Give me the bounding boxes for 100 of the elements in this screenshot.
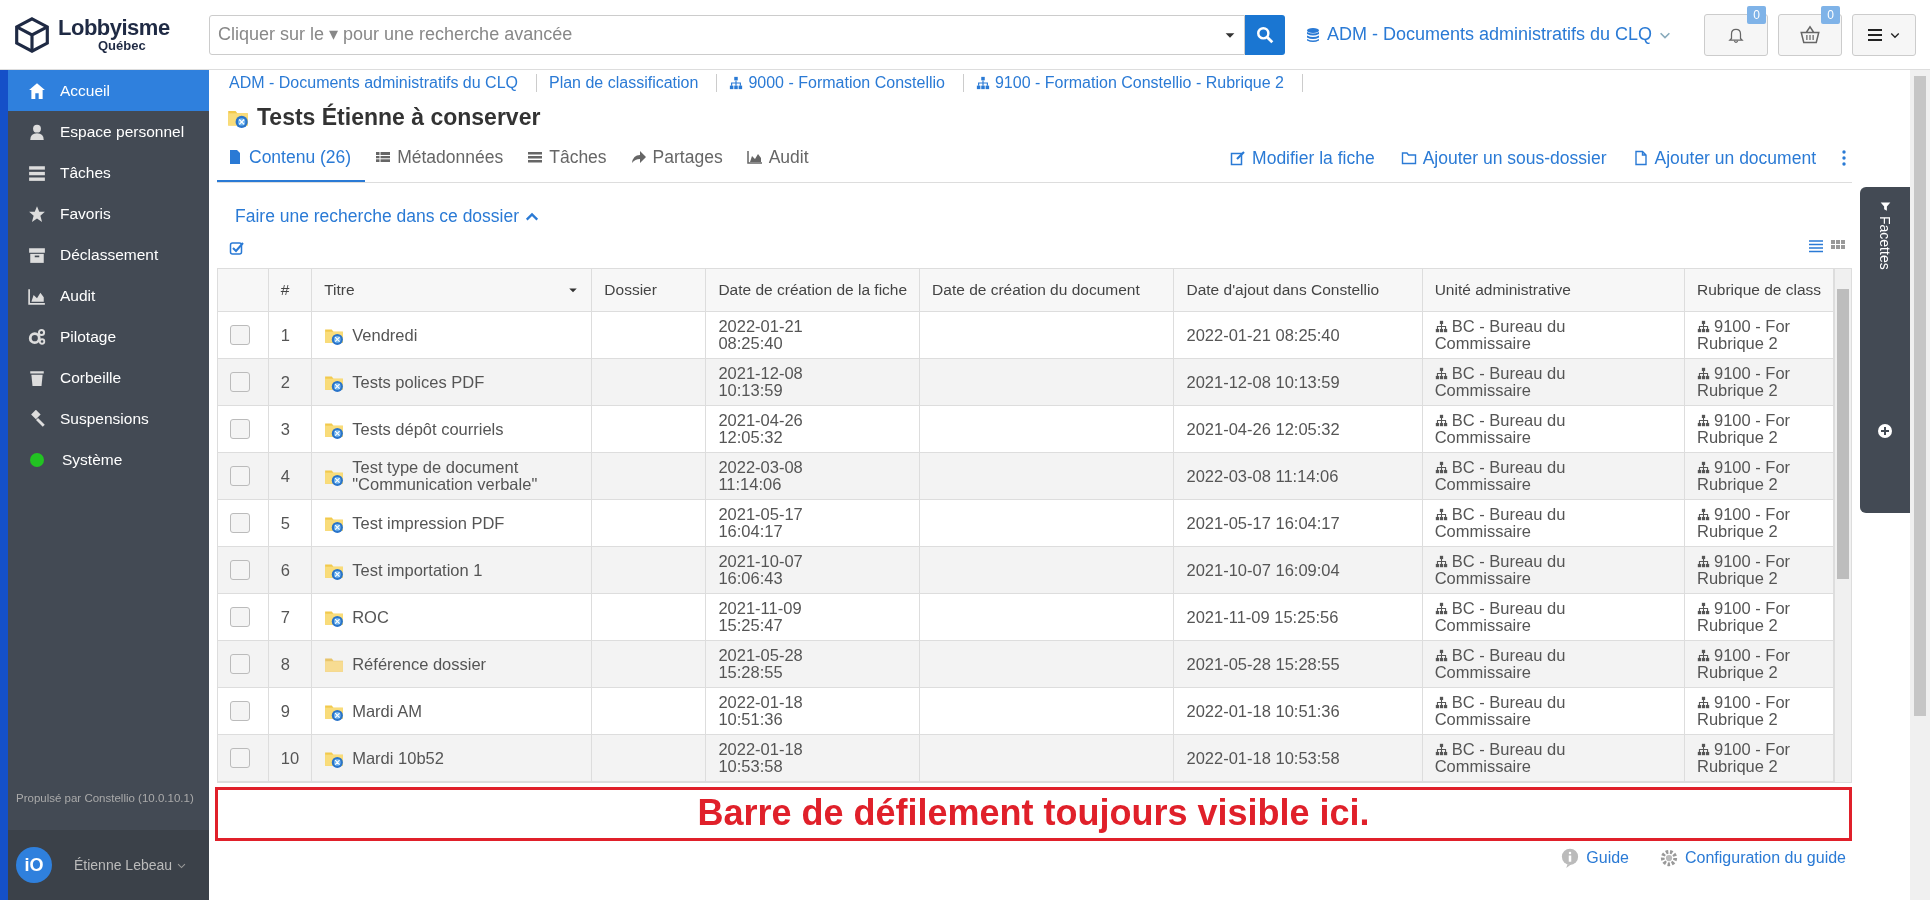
scrollbar-thumb[interactable] [1914, 76, 1926, 716]
hierarchy-icon [1434, 367, 1448, 380]
action-link[interactable]: Modifier la fiche [1224, 146, 1381, 170]
breadcrumb-link[interactable]: 9100 - Formation Constellio - Rubrique 2 [963, 74, 1303, 92]
table-cell: 10 [268, 734, 312, 782]
basket-icon [1800, 24, 1820, 45]
table-cell: BC - Bureau du [1451, 694, 1566, 711]
table-cell: Test impression PDF [352, 514, 505, 532]
hierarchy-icon [1697, 696, 1710, 709]
facets-panel-tab[interactable]: Facettes [1860, 187, 1910, 513]
row-checkbox[interactable] [230, 513, 250, 533]
table-cell: 2022-01-21 08:25:40 [1174, 311, 1423, 359]
table-cell: 2021-11-09 15:25:56 [1174, 593, 1423, 641]
hierarchy-icon [1697, 602, 1710, 615]
sidebar-item[interactable]: Espace personnel [8, 111, 209, 152]
table-cell-text: Rubrique 2 [1697, 758, 1779, 775]
action-link[interactable]: Ajouter un document [1626, 146, 1822, 170]
table-cell: 5 [268, 499, 312, 547]
breadcrumb-link[interactable]: 9000 - Formation Constellio [717, 74, 964, 92]
breadcrumb-link[interactable]: ADM - Documents administratifs du CLQ [217, 74, 537, 92]
list-view-icon [1808, 238, 1824, 254]
table-cell: 8 [268, 640, 312, 688]
table-cell: 2021-10-07 16:09:04 [1174, 546, 1423, 594]
basket-count: 0 [1821, 5, 1840, 24]
document-icon [1632, 150, 1649, 166]
hierarchy-icon [1434, 461, 1448, 474]
table-cell: 9100 - For [1714, 459, 1791, 476]
sidebar-item[interactable]: Tâches [8, 152, 209, 193]
table-cell: 2022-01-18 10:53:58 [705, 734, 920, 782]
table-cell: 2 [268, 358, 312, 406]
row-checkbox[interactable] [230, 654, 250, 674]
action-link[interactable]: Ajouter un sous-dossier [1394, 146, 1613, 170]
table-cell: 2021-12-08 10:13:59 [705, 358, 920, 406]
filter-icon [1879, 201, 1891, 212]
table-cell-text: Test type de document "Communication verbale" [352, 459, 539, 493]
scrollbar-thumb[interactable] [1837, 289, 1850, 579]
collection-selector[interactable]: ADM - Documents administratifs du CLQ [1299, 23, 1679, 46]
user-avatar[interactable]: iO [16, 847, 52, 883]
sidebar-item[interactable]: Accueil [8, 70, 209, 111]
guide-link[interactable]: Configuration du guide [1653, 847, 1852, 869]
table-cell: 2022-01-18 10:51:36 [705, 687, 920, 735]
table-cell-text: Commissaire [1434, 523, 1532, 540]
table-cell: 2021-10-07 16:06:43 [705, 546, 920, 594]
tab[interactable]: Audit [736, 134, 823, 182]
table-cell: 9100 - For [1714, 694, 1791, 711]
notification-count: 0 [1747, 5, 1766, 24]
row-checkbox[interactable] [230, 325, 250, 345]
sidebar-item[interactable]: Pilotage [8, 316, 209, 357]
row-checkbox[interactable] [230, 748, 250, 768]
tab[interactable]: Tâches [517, 134, 621, 182]
table-cell-text: Rubrique 2 [1697, 382, 1779, 399]
table-cell: BC - Bureau du [1451, 318, 1566, 335]
table-cell: 9100 - For [1714, 318, 1791, 335]
column-header[interactable]: Unité administrative [1422, 269, 1685, 312]
sidebar-item[interactable]: Favoris [8, 193, 209, 234]
column-header[interactable]: Date de création de la fiche [705, 269, 920, 312]
table-cell: BC - Bureau du [1451, 506, 1566, 523]
folder-icon [1400, 150, 1417, 166]
column-header[interactable]: # [268, 269, 312, 312]
column-header[interactable]: Date de création du document [919, 269, 1174, 312]
edit-icon [1230, 150, 1247, 166]
row-checkbox[interactable] [230, 419, 250, 439]
menu-button[interactable] [1852, 13, 1916, 56]
sidebar-item[interactable]: Suspensions [8, 398, 209, 439]
guide-link[interactable]: Guide [1554, 847, 1635, 869]
table-cell-text: Commissaire [1434, 570, 1532, 587]
sidebar-item[interactable]: Audit [8, 275, 209, 316]
sidebar-item[interactable]: Corbeille [8, 357, 209, 398]
row-checkbox[interactable] [230, 701, 250, 721]
person-icon [28, 122, 46, 141]
sidebar-item[interactable]: Système [8, 439, 209, 480]
area-chart-icon [746, 149, 763, 165]
search-button[interactable] [1245, 14, 1285, 55]
table-cell: 9 [268, 687, 312, 735]
table-cell: 2022-03-08 11:14:06 [705, 452, 920, 500]
home-icon [28, 81, 46, 100]
tab[interactable]: Métadonnées [365, 134, 518, 182]
search-field[interactable]: Cliquer sur le ▾ pour une recherche avancée [209, 14, 1245, 55]
table-cell: Test importation 1 [352, 561, 483, 579]
row-checkbox[interactable] [230, 466, 250, 486]
folder-search-toggle[interactable]: Faire une recherche dans ce dossier [229, 205, 546, 228]
row-checkbox[interactable] [230, 607, 250, 627]
share-arrow-icon [630, 149, 647, 165]
tab[interactable]: Partages [620, 134, 737, 182]
hierarchy-icon [1434, 696, 1448, 709]
hierarchy-icon [1697, 367, 1710, 380]
table-cell-text: Rubrique 2 [1697, 570, 1779, 587]
column-header[interactable]: Date d'ajout dans Constellio [1174, 269, 1423, 312]
breadcrumb-link[interactable]: Plan de classification [537, 74, 718, 92]
tab[interactable]: Contenu (26) [217, 134, 366, 182]
table-cell: 9100 - For [1714, 600, 1791, 617]
column-header[interactable]: Rubrique de class [1684, 269, 1834, 312]
table-cell: 2021-05-28 15:28:55 [705, 640, 920, 688]
column-header[interactable]: Titre [311, 269, 592, 312]
row-checkbox[interactable] [230, 560, 250, 580]
gears-icon [28, 327, 46, 346]
row-checkbox[interactable] [230, 372, 250, 392]
sidebar-item[interactable]: Déclassement [8, 234, 209, 275]
user-menu[interactable]: Étienne Lebeau [74, 857, 188, 873]
column-header[interactable]: Dossier [591, 269, 706, 312]
